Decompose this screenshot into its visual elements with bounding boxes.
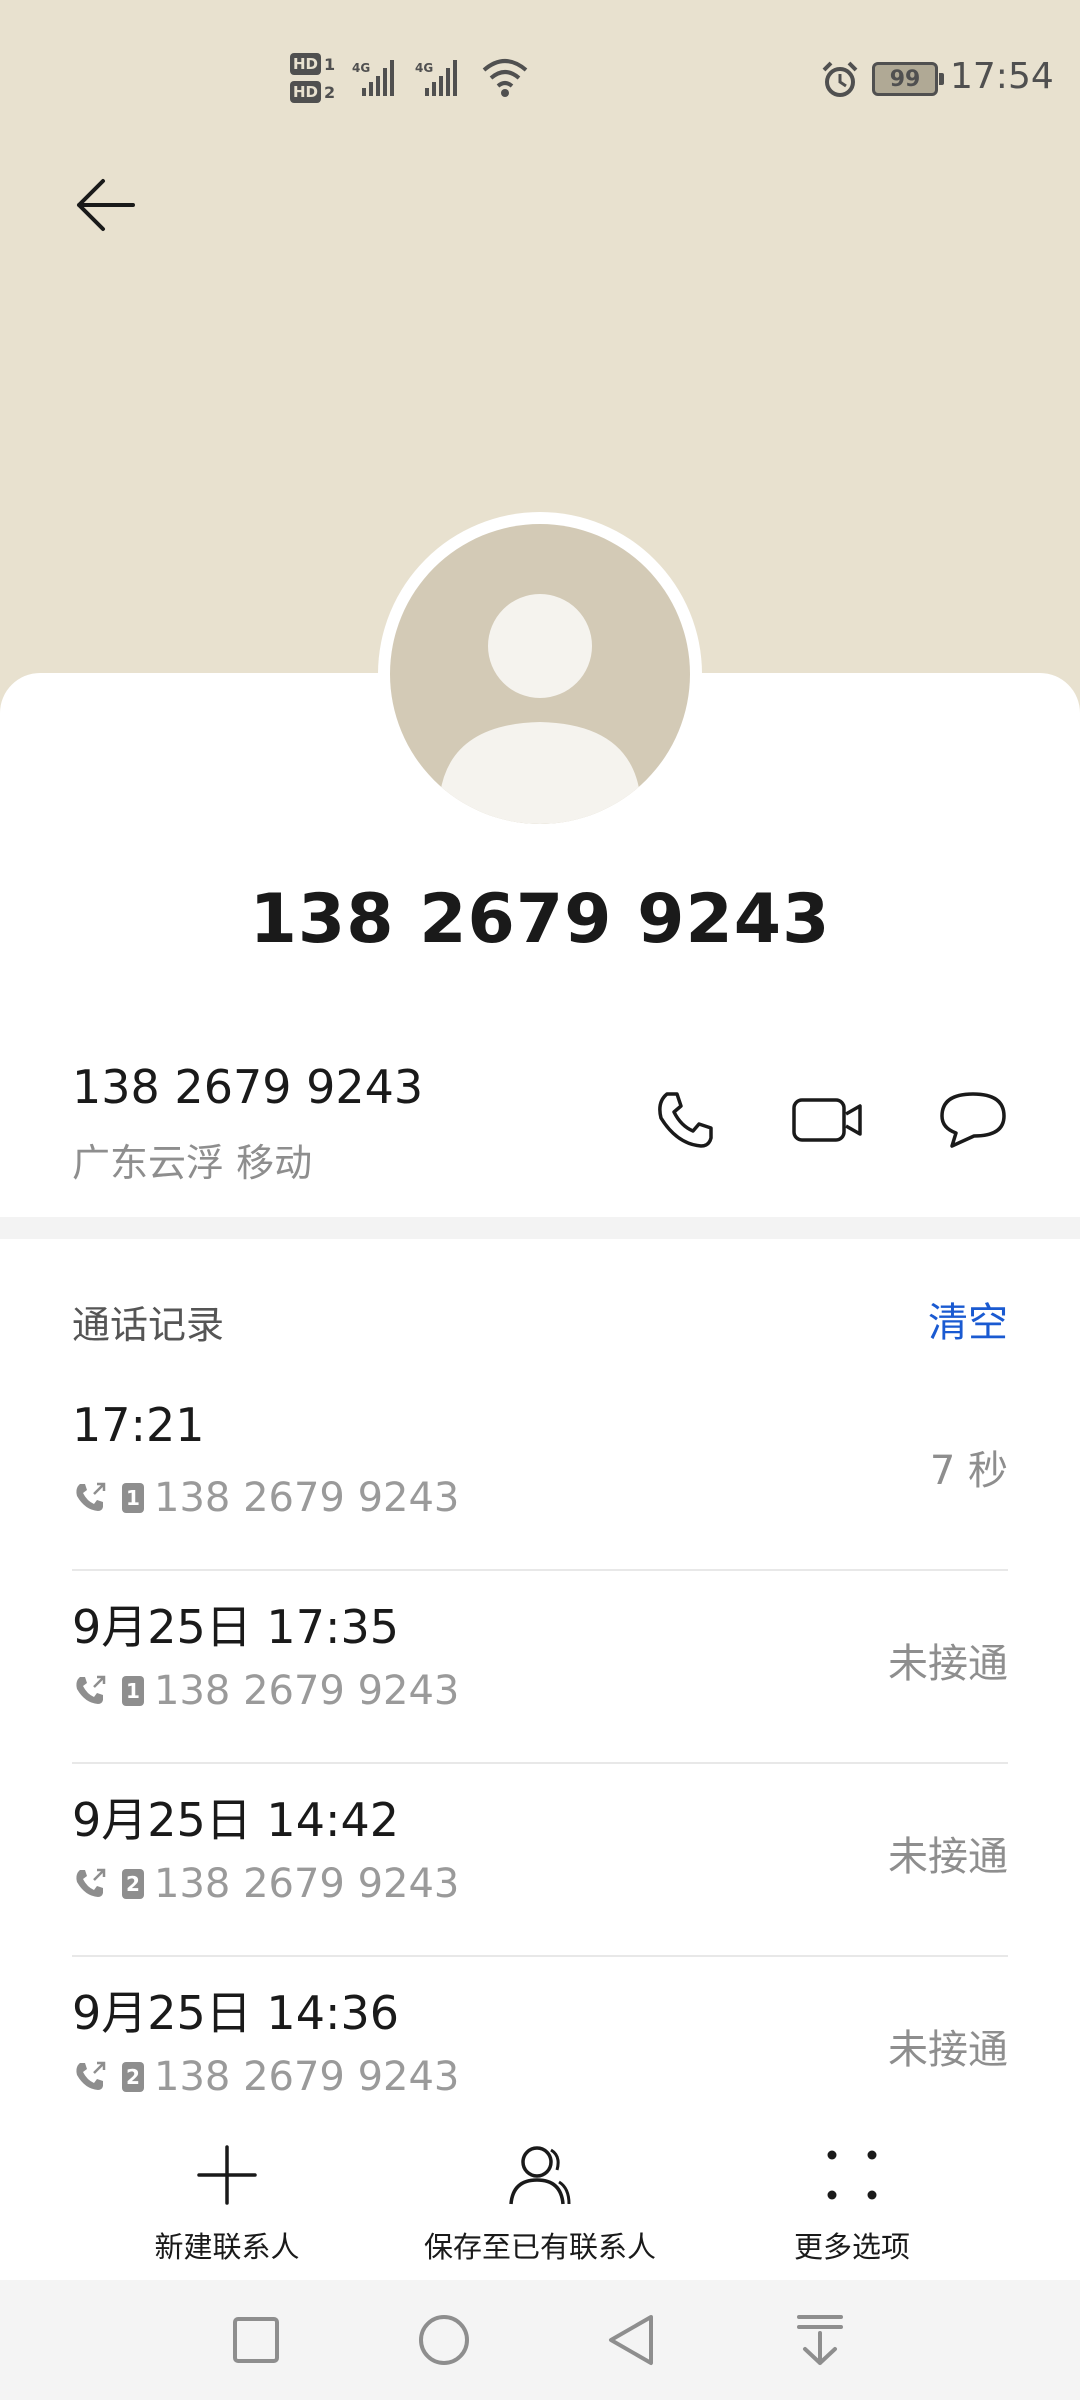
call-number: 138 2679 9243 [154, 1861, 460, 1907]
call-time: 9月25日 17:35 [72, 1600, 399, 1654]
back-button[interactable] [60, 160, 150, 250]
message-button[interactable] [933, 1080, 1013, 1160]
call-status: 未接通 [888, 1641, 1008, 1687]
system-back-button[interactable] [602, 2310, 662, 2370]
signal-4g-icon-2: 4G [415, 60, 457, 96]
new-contact-button[interactable]: 新建联系人 [152, 2140, 302, 2266]
circle-icon [419, 2315, 469, 2365]
svg-text:4G: 4G [415, 61, 433, 75]
call-log-title: 通话记录 [72, 1303, 225, 1347]
hd-badge-1: HD [290, 53, 322, 75]
status-bar: HD 1 HD 2 4G 4G 99 17:54 [0, 0, 1080, 160]
system-nav-bar [0, 2280, 1080, 2400]
phone-icon [658, 1092, 713, 1148]
call-log-row[interactable]: 9月25日 17:35 1 138 2679 9243 未接通 [72, 1571, 1008, 1764]
phone-location: 广东云浮 移动 [72, 1141, 313, 1185]
call-status: 未接通 [888, 2027, 1008, 2073]
person-icon [509, 2146, 571, 2205]
wifi-icon [482, 59, 528, 97]
contact-name: 138 2679 9243 [249, 880, 831, 959]
call-duration: 7 秒 [929, 1448, 1008, 1494]
arrow-left-icon [77, 179, 135, 231]
triangle-back-icon [609, 2315, 653, 2365]
save-to-existing-button[interactable]: 保存至已有联系人 [400, 2140, 680, 2266]
bottom-action-bar: 新建联系人 保存至已有联系人 更多选项 [0, 2120, 1080, 2280]
call-log-row[interactable]: 17:21 1 138 2679 9243 7 秒 [72, 1378, 1008, 1571]
recent-apps-button[interactable] [226, 2310, 286, 2370]
battery-indicator: 99 [872, 62, 944, 96]
chat-bubble-icon [940, 1092, 1006, 1148]
outgoing-call-icon [76, 2061, 106, 2090]
svg-text:4G: 4G [352, 61, 370, 75]
home-button[interactable] [414, 2310, 474, 2370]
call-number: 138 2679 9243 [154, 2054, 460, 2100]
sim-badge: 2 [122, 2062, 144, 2092]
save-to-existing-label: 保存至已有联系人 [423, 2230, 656, 2264]
more-options-button[interactable]: 更多选项 [782, 2140, 922, 2266]
call-log-list: 17:21 1 138 2679 9243 7 秒 9月25日 17:35 1 … [72, 1378, 1008, 2150]
plus-icon [197, 2145, 257, 2205]
call-button[interactable] [645, 1080, 725, 1160]
avatar[interactable] [390, 524, 690, 824]
signal-4g-icon: 4G [352, 60, 394, 96]
notification-pulldown-button[interactable] [790, 2310, 850, 2370]
status-clock: 17:54 [950, 56, 1054, 97]
more-options-label: 更多选项 [793, 2230, 910, 2264]
sim1-number: 1 [324, 54, 336, 74]
sim-badge: 1 [122, 1676, 144, 1706]
video-call-button[interactable] [788, 1080, 868, 1160]
outgoing-call-icon [76, 1675, 106, 1704]
outgoing-call-icon [76, 1868, 106, 1897]
sim2-number: 2 [324, 82, 336, 102]
section-divider [0, 1217, 1080, 1239]
clear-log-button[interactable]: 清空 [928, 1290, 1008, 1348]
outgoing-call-icon [76, 1482, 106, 1511]
sim-indicators: HD 1 HD 2 [290, 50, 350, 110]
video-camera-icon [792, 1098, 862, 1142]
call-status: 未接通 [888, 1834, 1008, 1880]
sim-badge: 1 [122, 1483, 144, 1513]
call-number: 138 2679 9243 [154, 1668, 460, 1714]
person-placeholder-icon [440, 594, 640, 824]
pulldown-arrow-icon [797, 2315, 843, 2365]
call-time: 9月25日 14:36 [72, 1986, 399, 2040]
hd-badge-2: HD [290, 81, 322, 103]
call-number: 138 2679 9243 [154, 1475, 460, 1521]
square-icon [233, 2317, 279, 2363]
phone-number[interactable]: 138 2679 9243 [72, 1060, 423, 1114]
new-contact-label: 新建联系人 [154, 2230, 300, 2264]
alarm-icon [822, 61, 858, 97]
call-time: 9月25日 14:42 [72, 1793, 399, 1847]
sim-badge: 2 [122, 1869, 144, 1899]
call-log-row[interactable]: 9月25日 14:42 2 138 2679 9243 未接通 [72, 1764, 1008, 1957]
call-time: 17:21 [72, 1398, 205, 1452]
more-dots-icon [827, 2150, 877, 2200]
